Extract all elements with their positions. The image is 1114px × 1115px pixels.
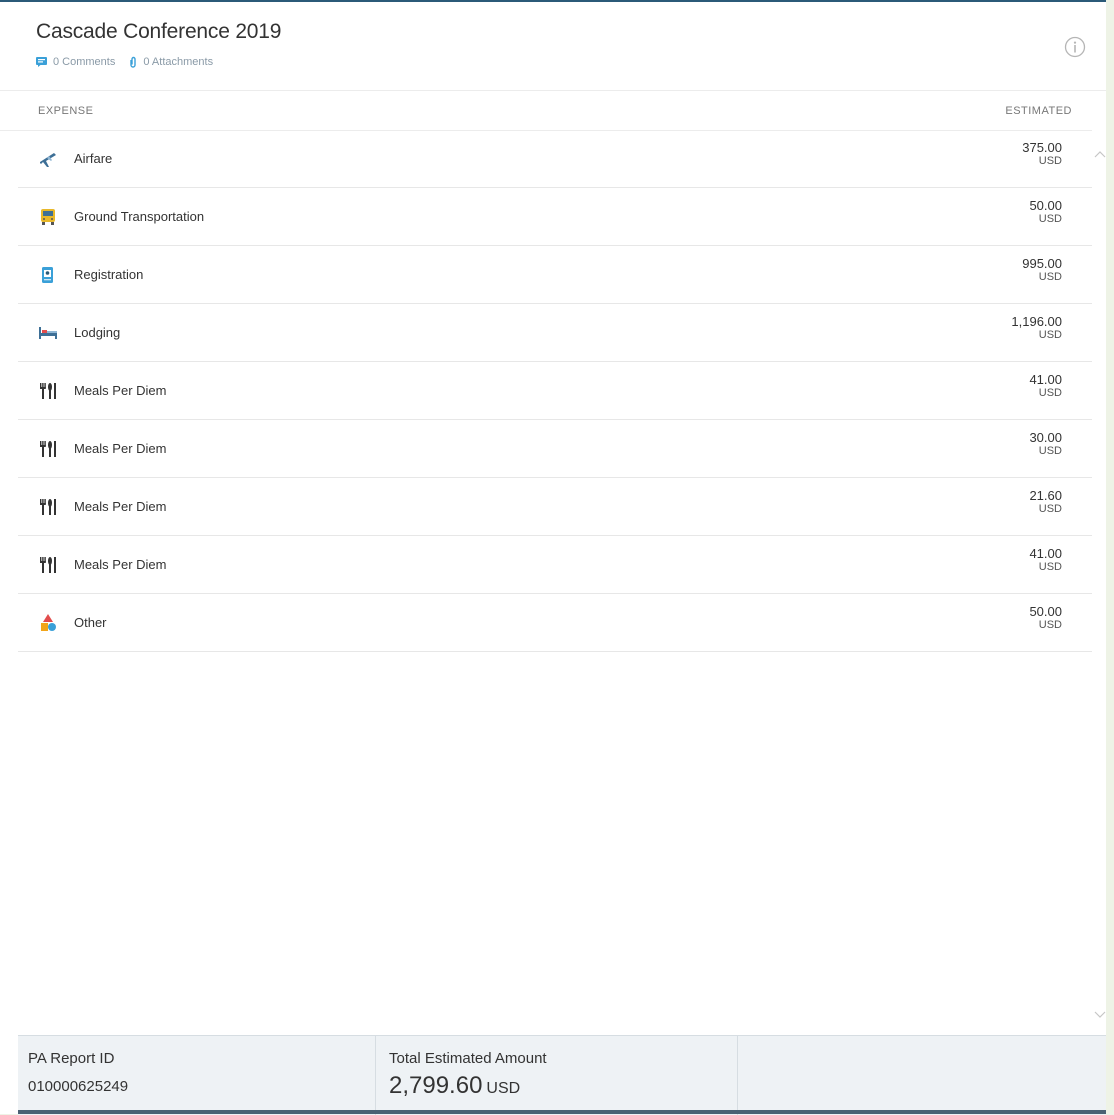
amount-value: 50.00 bbox=[1029, 198, 1062, 213]
amount-currency: USD bbox=[1038, 329, 1062, 341]
scroll-up-icon[interactable] bbox=[1093, 148, 1107, 162]
amount-currency: USD bbox=[1038, 387, 1062, 399]
amount-value: 1,196.00 bbox=[1011, 314, 1062, 329]
expense-name: Meals Per Diem bbox=[74, 557, 167, 572]
expense-list: Airfare 375.00 USD Ground Transportation… bbox=[18, 130, 1092, 652]
amount-currency: USD bbox=[1038, 213, 1062, 225]
total-amount: 2,799.60 USD bbox=[389, 1072, 520, 1100]
amount-value: 375.00 bbox=[1022, 140, 1062, 155]
bus-icon bbox=[38, 208, 58, 226]
amount-currency: USD bbox=[1038, 561, 1062, 573]
estimated-amount: 375.00 USD bbox=[1022, 140, 1062, 168]
estimated-amount: 21.60 USD bbox=[1029, 488, 1062, 516]
expense-name: Other bbox=[74, 615, 107, 630]
total-value: 2,799.60 bbox=[389, 1072, 483, 1099]
report-id-cell: PA Report ID 010000625249 bbox=[18, 1036, 376, 1115]
comment-icon[interactable] bbox=[36, 57, 47, 67]
expense-column-header[interactable]: EXPENSE bbox=[38, 105, 93, 117]
scroll-down-icon[interactable] bbox=[1093, 1007, 1107, 1021]
expense-name: Meals Per Diem bbox=[74, 499, 167, 514]
comments-count[interactable]: 0 Comments bbox=[53, 56, 115, 68]
request-panel: Cascade Conference 2019 0 Comments 0 Att… bbox=[0, 0, 1106, 1114]
request-header: Cascade Conference 2019 0 Comments 0 Att… bbox=[0, 2, 1106, 91]
expense-name: Lodging bbox=[74, 325, 121, 340]
info-icon[interactable] bbox=[1064, 36, 1086, 58]
utensils-icon bbox=[38, 440, 58, 458]
amount-currency: USD bbox=[1038, 619, 1062, 631]
amount-currency: USD bbox=[1038, 155, 1062, 167]
estimated-amount: 50.00 USD bbox=[1029, 604, 1062, 632]
utensils-icon bbox=[38, 498, 58, 516]
expense-row-lodging[interactable]: Lodging 1,196.00 USD bbox=[18, 304, 1092, 362]
report-id-value: 010000625249 bbox=[28, 1078, 129, 1095]
estimated-amount: 995.00 USD bbox=[1022, 256, 1062, 284]
amount-value: 41.00 bbox=[1029, 546, 1062, 561]
expense-row-meals-3[interactable]: Meals Per Diem 21.60 USD bbox=[18, 478, 1092, 536]
expense-row-meals-4[interactable]: Meals Per Diem 41.00 USD bbox=[18, 536, 1092, 594]
amount-currency: USD bbox=[1038, 271, 1062, 283]
estimated-amount: 41.00 USD bbox=[1029, 372, 1062, 400]
expense-row-meals-2[interactable]: Meals Per Diem 30.00 USD bbox=[18, 420, 1092, 478]
paperclip-icon[interactable] bbox=[129, 56, 137, 68]
amount-value: 50.00 bbox=[1029, 604, 1062, 619]
registration-icon bbox=[38, 266, 58, 284]
total-label: Total Estimated Amount bbox=[389, 1050, 547, 1067]
amount-value: 41.00 bbox=[1029, 372, 1062, 387]
expense-name: Meals Per Diem bbox=[74, 383, 167, 398]
utensils-icon bbox=[38, 556, 58, 574]
amount-value: 21.60 bbox=[1029, 488, 1062, 503]
estimated-amount: 41.00 USD bbox=[1029, 546, 1062, 574]
expense-name: Ground Transportation bbox=[74, 209, 205, 224]
estimated-amount: 1,196.00 USD bbox=[1011, 314, 1062, 342]
table-header: EXPENSE ESTIMATED bbox=[0, 92, 1092, 131]
expense-name: Airfare bbox=[74, 151, 113, 166]
bottom-divider bbox=[18, 1110, 1106, 1114]
expense-row-airfare[interactable]: Airfare 375.00 USD bbox=[18, 130, 1092, 188]
total-cell: Total Estimated Amount 2,799.60 USD bbox=[375, 1036, 738, 1115]
request-meta: 0 Comments 0 Attachments bbox=[36, 56, 213, 68]
page-title: Cascade Conference 2019 bbox=[36, 20, 282, 43]
shapes-icon bbox=[38, 614, 58, 632]
bed-icon bbox=[38, 324, 58, 342]
expense-row-registration[interactable]: Registration 995.00 USD bbox=[18, 246, 1092, 304]
expense-row-other[interactable]: Other 50.00 USD bbox=[18, 594, 1092, 652]
expense-row-meals-1[interactable]: Meals Per Diem 41.00 USD bbox=[18, 362, 1092, 420]
expense-name: Registration bbox=[74, 267, 144, 282]
amount-value: 995.00 bbox=[1022, 256, 1062, 271]
utensils-icon bbox=[38, 382, 58, 400]
airplane-icon bbox=[38, 150, 58, 168]
expense-row-ground-transportation[interactable]: Ground Transportation 50.00 USD bbox=[18, 188, 1092, 246]
amount-currency: USD bbox=[1038, 503, 1062, 515]
attachments-count[interactable]: 0 Attachments bbox=[143, 56, 213, 68]
total-currency: USD bbox=[486, 1080, 521, 1097]
summary-footer: PA Report ID 010000625249 Total Estimate… bbox=[18, 1035, 1106, 1115]
amount-value: 30.00 bbox=[1029, 430, 1062, 445]
amount-currency: USD bbox=[1038, 445, 1062, 457]
report-id-label: PA Report ID bbox=[28, 1050, 115, 1067]
expense-name: Meals Per Diem bbox=[74, 441, 167, 456]
estimated-column-header[interactable]: ESTIMATED bbox=[1005, 105, 1072, 117]
estimated-amount: 50.00 USD bbox=[1029, 198, 1062, 226]
estimated-amount: 30.00 USD bbox=[1029, 430, 1062, 458]
